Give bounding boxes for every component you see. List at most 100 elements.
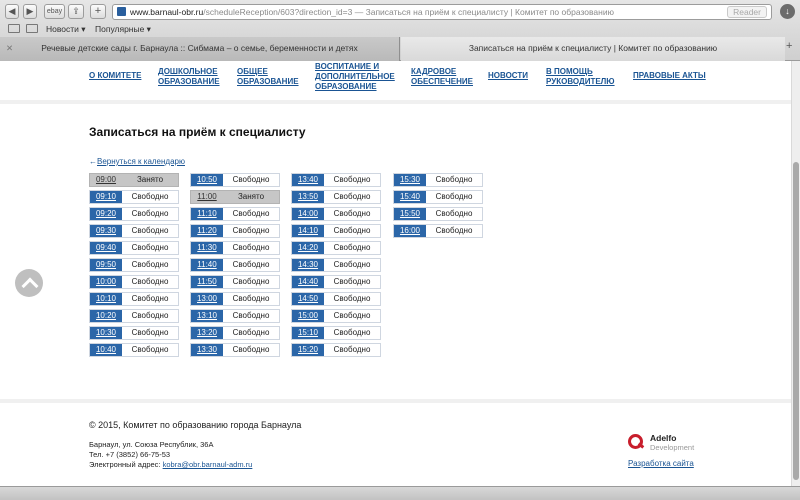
address-bar[interactable]: www.barnaul-obr.ru/scheduleReception/603… <box>112 4 772 20</box>
slot-time[interactable]: 14:00 <box>292 208 324 220</box>
time-slot[interactable]: 15:00 Свободно <box>291 309 381 323</box>
slot-time[interactable]: 15:10 <box>292 327 324 339</box>
time-slot[interactable]: 15:40 Свободно <box>393 190 483 204</box>
page-scrollbar[interactable] <box>791 61 800 486</box>
scrollbar-thumb[interactable] <box>793 162 799 480</box>
slot-time[interactable]: 11:40 <box>191 259 223 271</box>
slot-time[interactable]: 16:00 <box>394 225 426 237</box>
reading-list-icon[interactable] <box>8 24 20 33</box>
forward-icon[interactable]: ▶ <box>23 4 37 19</box>
time-slot[interactable]: 15:30 Свободно <box>393 173 483 187</box>
slot-time[interactable]: 11:50 <box>191 276 223 288</box>
slot-time[interactable]: 11:30 <box>191 242 223 254</box>
site-developer-link[interactable]: Разработка сайта <box>628 459 694 468</box>
close-tab-icon[interactable]: ✕ <box>6 41 13 55</box>
slot-time[interactable]: 10:30 <box>90 327 122 339</box>
slot-time[interactable]: 09:50 <box>90 259 122 271</box>
time-slot[interactable]: 13:20 Свободно <box>190 326 280 340</box>
slot-time[interactable]: 09:20 <box>90 208 122 220</box>
time-slot[interactable]: 13:00 Свободно <box>190 292 280 306</box>
scroll-to-top-button[interactable] <box>15 269 43 297</box>
time-slot[interactable]: 15:50 Свободно <box>393 207 483 221</box>
time-slot[interactable]: 13:50 Свободно <box>291 190 381 204</box>
slot-time[interactable]: 15:30 <box>394 174 426 186</box>
slot-time[interactable]: 15:20 <box>292 344 324 356</box>
back-icon[interactable]: ◀ <box>5 4 19 19</box>
tab-sibmama[interactable]: ✕ Речевые детские сады г. Барнаула :: Си… <box>0 37 400 61</box>
slot-time[interactable]: 15:00 <box>292 310 324 322</box>
nav-general-education[interactable]: ОБЩЕЕ ОБРАЗОВАНИЕ <box>237 67 299 87</box>
share-icon[interactable]: ⇪ <box>68 4 84 19</box>
add-bookmark-icon[interactable]: + <box>90 4 106 19</box>
time-slot[interactable]: 15:20 Свободно <box>291 343 381 357</box>
time-slot[interactable]: 14:20 Свободно <box>291 241 381 255</box>
nav-news[interactable]: НОВОСТИ <box>488 71 528 81</box>
slot-time[interactable]: 10:10 <box>90 293 122 305</box>
time-slot[interactable]: 09:10 Свободно <box>89 190 179 204</box>
slot-time[interactable]: 10:50 <box>191 174 223 186</box>
nav-upbringing[interactable]: ВОСПИТАНИЕ И ДОПОЛНИТЕЛЬНОЕ ОБРАЗОВАНИЕ <box>315 62 395 92</box>
nav-preschool[interactable]: ДОШКОЛЬНОЕ ОБРАЗОВАНИЕ <box>158 67 220 87</box>
slot-time[interactable]: 14:10 <box>292 225 324 237</box>
tab-reception[interactable]: Записаться на приём к специалисту | Коми… <box>401 37 785 61</box>
top-sites-icon[interactable] <box>26 24 38 33</box>
reader-button[interactable]: Reader <box>727 6 767 18</box>
time-slot[interactable]: 10:00 Свободно <box>89 275 179 289</box>
slot-time[interactable]: 09:40 <box>90 242 122 254</box>
slot-time[interactable]: 11:20 <box>191 225 223 237</box>
email-link[interactable]: kobra@obr.barnaul-adm.ru <box>163 460 253 469</box>
time-slot[interactable]: 11:10 Свободно <box>190 207 280 221</box>
time-slot[interactable]: 11:40 Свободно <box>190 258 280 272</box>
time-slot[interactable]: 13:40 Свободно <box>291 173 381 187</box>
time-slot[interactable]: 11:20 Свободно <box>190 224 280 238</box>
time-slot[interactable]: 09:40 Свободно <box>89 241 179 255</box>
slot-time[interactable]: 13:30 <box>191 344 223 356</box>
nav-managers-help[interactable]: В ПОМОЩЬ РУКОВОДИТЕЛЮ <box>546 67 616 87</box>
slot-time[interactable]: 13:10 <box>191 310 223 322</box>
bookmark-news[interactable]: Новости ▾ <box>46 22 86 36</box>
bookmark-popular[interactable]: Популярные ▾ <box>95 22 151 36</box>
downloads-icon[interactable]: ↓ <box>780 4 795 19</box>
nav-legal-acts[interactable]: ПРАВОВЫЕ АКТЫ <box>633 71 706 81</box>
slot-time[interactable]: 09:30 <box>90 225 122 237</box>
slot-time[interactable]: 14:20 <box>292 242 324 254</box>
slot-time[interactable]: 14:50 <box>292 293 324 305</box>
time-slot[interactable]: 13:30 Свободно <box>190 343 280 357</box>
slot-time[interactable]: 11:10 <box>191 208 223 220</box>
time-slot[interactable]: 10:40 Свободно <box>89 343 179 357</box>
time-slot[interactable]: 10:50 Свободно <box>190 173 280 187</box>
slot-time[interactable]: 13:00 <box>191 293 223 305</box>
nav-staffing[interactable]: КАДРОВОЕ ОБЕСПЕЧЕНИЕ <box>411 67 473 87</box>
slot-time[interactable]: 13:20 <box>191 327 223 339</box>
adelfo-logo[interactable]: Adelfo Development <box>628 433 738 455</box>
time-slot[interactable]: 14:10 Свободно <box>291 224 381 238</box>
time-slot[interactable]: 14:00 Свободно <box>291 207 381 221</box>
slot-time[interactable]: 14:40 <box>292 276 324 288</box>
slot-time[interactable]: 15:50 <box>394 208 426 220</box>
time-slot[interactable]: 10:20 Свободно <box>89 309 179 323</box>
time-slot[interactable]: 13:10 Свободно <box>190 309 280 323</box>
slot-time[interactable]: 10:00 <box>90 276 122 288</box>
nav-about[interactable]: О КОМИТЕТЕ <box>89 71 141 81</box>
slot-time[interactable]: 10:20 <box>90 310 122 322</box>
time-slot[interactable]: 14:40 Свободно <box>291 275 381 289</box>
slot-time[interactable]: 15:40 <box>394 191 426 203</box>
time-slot[interactable]: 15:10 Свободно <box>291 326 381 340</box>
time-slot[interactable]: 10:30 Свободно <box>89 326 179 340</box>
slot-time[interactable]: 09:10 <box>90 191 122 203</box>
slot-time[interactable]: 13:40 <box>292 174 324 186</box>
time-slot[interactable]: 09:30 Свободно <box>89 224 179 238</box>
time-slot[interactable]: 16:00 Свободно <box>393 224 483 238</box>
time-slot[interactable]: 14:30 Свободно <box>291 258 381 272</box>
ebay-bookmark-button[interactable]: ebay <box>44 4 65 19</box>
slot-time[interactable]: 13:50 <box>292 191 324 203</box>
slot-time[interactable]: 10:40 <box>90 344 122 356</box>
time-slot[interactable]: 10:10 Свободно <box>89 292 179 306</box>
back-to-calendar-link[interactable]: ←Вернуться к календарю <box>89 157 185 166</box>
time-slot[interactable]: 11:50 Свободно <box>190 275 280 289</box>
time-slot[interactable]: 09:50 Свободно <box>89 258 179 272</box>
time-slot[interactable]: 14:50 Свободно <box>291 292 381 306</box>
new-tab-icon[interactable]: + <box>786 40 792 52</box>
slot-time[interactable]: 14:30 <box>292 259 324 271</box>
time-slot[interactable]: 11:30 Свободно <box>190 241 280 255</box>
